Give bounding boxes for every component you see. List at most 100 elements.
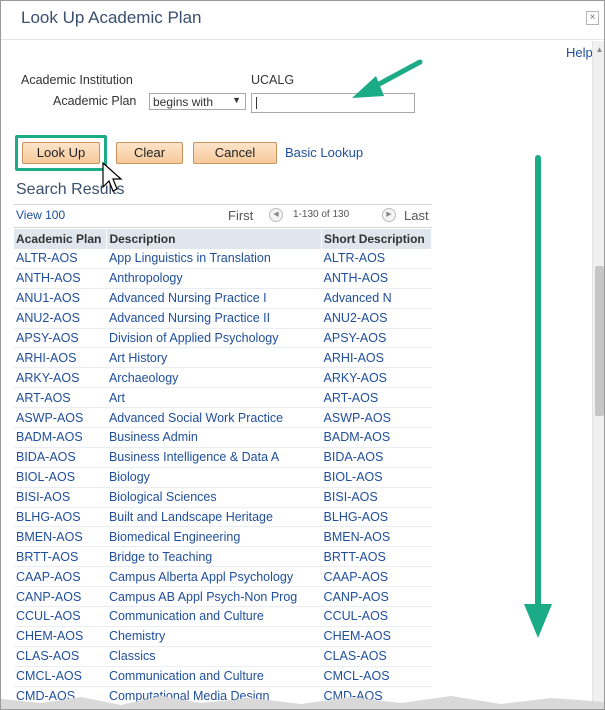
cell-academic-plan[interactable]: BMEN-AOS — [14, 526, 107, 548]
cell-academic-plan[interactable]: CLAS-AOS — [14, 646, 107, 667]
table-row[interactable]: CAAP-AOS Campus Alberta Appl Psychology CA… — [14, 566, 432, 588]
clear-button[interactable]: Clear — [116, 142, 183, 164]
cell-short-description[interactable]: BMEN-AOS — [321, 526, 432, 548]
cell-description[interactable]: Advanced Nursing Practice II — [106, 308, 322, 329]
cell-description[interactable]: Communication and Culture — [106, 606, 322, 627]
cell-description[interactable]: Bridge to Teaching — [106, 546, 322, 568]
cell-short-description[interactable]: BIDA-AOS — [321, 447, 432, 468]
cell-short-description[interactable]: APSY-AOS — [321, 328, 432, 349]
table-row[interactable]: BADM-AOS Business Admin BADM-AOS — [14, 427, 432, 448]
cell-academic-plan[interactable]: APSY-AOS — [14, 328, 107, 349]
cell-short-description[interactable]: BLHG-AOS — [321, 507, 432, 528]
table-row[interactable]: ARKY-AOS Archaeology ARKY-AOS — [14, 367, 432, 389]
cell-academic-plan[interactable]: BIDA-AOS — [14, 447, 107, 468]
cell-description[interactable]: Chemistry — [106, 626, 322, 647]
cell-short-description[interactable]: ART-AOS — [321, 387, 432, 409]
cell-academic-plan[interactable]: ANTH-AOS — [14, 268, 107, 289]
cell-description[interactable]: Biology — [106, 467, 322, 488]
cell-short-description[interactable]: Advanced N — [321, 288, 432, 309]
table-row[interactable]: CLAS-AOS Classics CLAS-AOS — [14, 646, 432, 667]
cell-short-description[interactable]: CCUL-AOS — [321, 606, 432, 627]
first-page-link[interactable]: First — [228, 208, 253, 223]
close-icon[interactable]: × — [586, 11, 599, 25]
table-row[interactable]: CHEM-AOS Chemistry CHEM-AOS — [14, 626, 432, 647]
cell-academic-plan[interactable]: BADM-AOS — [14, 427, 107, 448]
column-header-short-description[interactable]: Short Description — [321, 229, 432, 249]
cell-academic-plan[interactable]: ARHI-AOS — [14, 347, 107, 369]
cell-description[interactable]: Advanced Nursing Practice I — [106, 288, 322, 309]
cell-description[interactable]: Biological Sciences — [106, 487, 322, 508]
cell-description[interactable]: Advanced Social Work Practice — [106, 407, 322, 429]
cell-academic-plan[interactable]: ART-AOS — [14, 387, 107, 409]
cell-short-description[interactable]: CMD-AOS — [321, 686, 432, 707]
cell-description[interactable]: Business Admin — [106, 427, 322, 448]
cell-academic-plan[interactable]: BRTT-AOS — [14, 546, 107, 568]
table-row[interactable]: ARHI-AOS Art History ARHI-AOS — [14, 347, 432, 369]
view-100-link[interactable]: View 100 — [16, 208, 65, 222]
column-header-academic-plan[interactable]: Academic Plan — [14, 229, 108, 249]
cell-academic-plan[interactable]: ALTR-AOS — [14, 249, 107, 269]
cell-description[interactable]: Communication and Culture — [106, 666, 322, 687]
cell-academic-plan[interactable]: CMD-AOS — [14, 686, 107, 707]
table-row[interactable]: BMEN-AOS Biomedical Engineering BMEN-AOS — [14, 526, 432, 548]
table-row[interactable]: CMCL-AOS Communication and Culture CMCL-AO… — [14, 666, 432, 687]
lookup-button[interactable]: Look Up — [22, 142, 100, 164]
cell-description[interactable]: Art — [106, 387, 322, 409]
vertical-scrollbar[interactable]: ▲ — [592, 41, 604, 709]
scroll-thumb[interactable] — [595, 266, 604, 416]
cell-short-description[interactable]: CAAP-AOS — [321, 566, 432, 588]
cell-academic-plan[interactable]: BISI-AOS — [14, 487, 107, 508]
cell-description[interactable]: Classics — [106, 646, 322, 667]
last-page-link[interactable]: Last — [404, 208, 429, 223]
cell-description[interactable]: Anthropology — [106, 268, 322, 289]
cell-description[interactable]: Biomedical Engineering — [106, 526, 322, 548]
cell-short-description[interactable]: ANU2-AOS — [321, 308, 432, 329]
cell-short-description[interactable]: ASWP-AOS — [321, 407, 432, 429]
cell-academic-plan[interactable]: ARKY-AOS — [14, 367, 107, 389]
table-row[interactable]: BISI-AOS Biological Sciences BISI-AOS — [14, 487, 432, 508]
cancel-button[interactable]: Cancel — [193, 142, 277, 164]
cell-short-description[interactable]: CMCL-AOS — [321, 666, 432, 687]
cell-academic-plan[interactable]: ANU2-AOS — [14, 308, 107, 329]
cell-short-description[interactable]: ARKY-AOS — [321, 367, 432, 389]
cell-academic-plan[interactable]: CANP-AOS — [14, 586, 107, 608]
next-page-icon[interactable]: ▶ — [382, 208, 396, 222]
cell-academic-plan[interactable]: ANU1-AOS — [14, 288, 107, 309]
cell-description[interactable]: Computational Media Design — [106, 686, 322, 707]
scroll-up-icon[interactable]: ▲ — [593, 45, 604, 54]
table-row[interactable]: CMD-AOS Computational Media Design CMD-AOS — [14, 686, 432, 707]
cell-short-description[interactable]: CLAS-AOS — [321, 646, 432, 667]
cell-academic-plan[interactable]: BLHG-AOS — [14, 507, 107, 528]
cell-academic-plan[interactable]: CMCL-AOS — [14, 666, 107, 687]
cell-description[interactable]: Business Intelligence & Data A — [106, 447, 322, 468]
table-row[interactable]: ANU2-AOS Advanced Nursing Practice II ANU2… — [14, 308, 432, 329]
cell-short-description[interactable]: CANP-AOS — [321, 586, 432, 608]
table-row[interactable]: ANU1-AOS Advanced Nursing Practice I Advan… — [14, 288, 432, 309]
cell-short-description[interactable]: BISI-AOS — [321, 487, 432, 508]
cell-short-description[interactable]: BADM-AOS — [321, 427, 432, 448]
cell-description[interactable]: Art History — [106, 347, 322, 369]
help-link[interactable]: Help — [566, 45, 593, 60]
cell-short-description[interactable]: BIOL-AOS — [321, 467, 432, 488]
cell-academic-plan[interactable]: BIOL-AOS — [14, 467, 107, 488]
table-row[interactable]: BLHG-AOS Built and Landscape Heritage BLHG… — [14, 507, 432, 528]
table-row[interactable]: ASWP-AOS Advanced Social Work Practice ASW… — [14, 407, 432, 429]
table-row[interactable]: CCUL-AOS Communication and Culture CCUL-AO… — [14, 606, 432, 627]
cell-short-description[interactable]: ARHI-AOS — [321, 347, 432, 369]
cell-description[interactable]: Division of Applied Psychology — [106, 328, 322, 349]
cell-description[interactable]: Campus AB Appl Psych-Non Prog — [106, 586, 322, 608]
table-row[interactable]: ANTH-AOS Anthropology ANTH-AOS — [14, 268, 432, 289]
cell-short-description[interactable]: ALTR-AOS — [321, 249, 432, 269]
academic-plan-input[interactable] — [251, 93, 415, 113]
cell-academic-plan[interactable]: CAAP-AOS — [14, 566, 107, 588]
cell-short-description[interactable]: CHEM-AOS — [321, 626, 432, 647]
table-row[interactable]: BIDA-AOS Business Intelligence & Data A BI… — [14, 447, 432, 468]
cell-academic-plan[interactable]: CHEM-AOS — [14, 626, 107, 647]
cell-description[interactable]: Built and Landscape Heritage — [106, 507, 322, 528]
table-row[interactable]: APSY-AOS Division of Applied Psychology AP… — [14, 328, 432, 349]
basic-lookup-link[interactable]: Basic Lookup — [285, 145, 363, 160]
cell-short-description[interactable]: ANTH-AOS — [321, 268, 432, 289]
cell-academic-plan[interactable]: CCUL-AOS — [14, 606, 107, 627]
cell-description[interactable]: App Linguistics in Translation — [106, 249, 322, 269]
table-row[interactable]: ALTR-AOS App Linguistics in Translation AL… — [14, 249, 432, 269]
